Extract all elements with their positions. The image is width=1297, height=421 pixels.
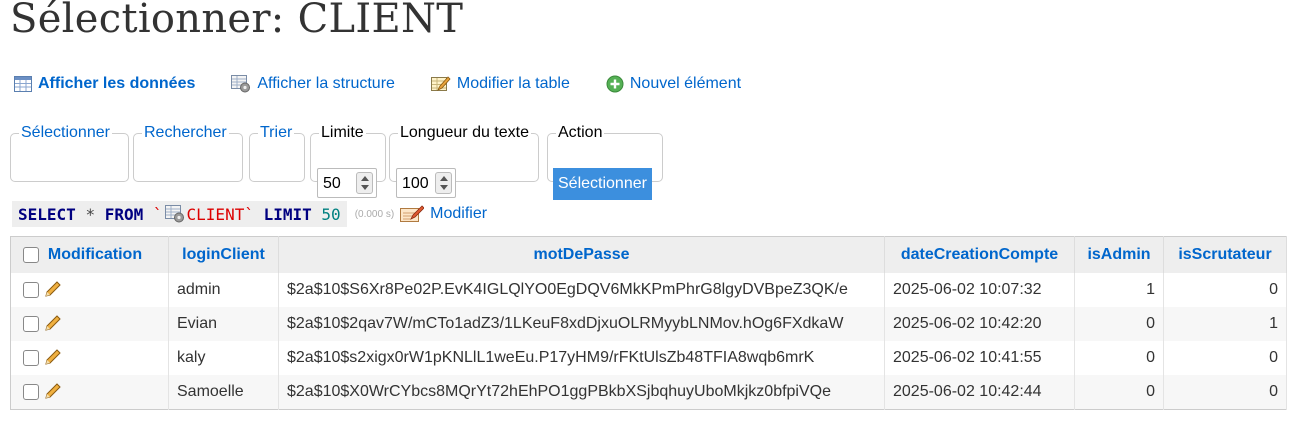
page-title: Sélectionner: CLIENT	[10, 0, 464, 42]
cell-motdepasse: $2a$10$2qav7W/mCTo1adZ3/1LKeuF8xdDjxuOLR…	[278, 307, 885, 341]
row-checkbox[interactable]	[23, 316, 39, 332]
cell-isscrutateur: 1	[1163, 307, 1287, 341]
sql-star: *	[85, 204, 96, 224]
data-table: Modification loginClient motDePasse date…	[10, 236, 1287, 410]
show-data-link[interactable]: Afficher les données	[14, 75, 195, 93]
cell-isscrutateur: 0	[1163, 273, 1287, 307]
action-label: Action	[558, 124, 603, 141]
cell-datecreationcompte: 2025-06-02 10:42:20	[884, 307, 1075, 341]
cell-motdepasse: $2a$10$X0WrCYbcs8MQrYt72hEhPO1ggPBkbXSjb…	[278, 375, 885, 410]
structure-icon	[164, 205, 184, 223]
col-datecreationcompte[interactable]: dateCreationCompte	[884, 236, 1075, 273]
cell-isadmin: 0	[1074, 341, 1164, 375]
pencil-icon[interactable]	[42, 314, 62, 334]
cell-isadmin: 0	[1074, 375, 1164, 410]
table-icon	[14, 76, 32, 92]
table-header-row: Modification loginClient motDePasse date…	[10, 236, 1287, 273]
cell-isadmin: 1	[1074, 273, 1164, 307]
sql-from-keyword: FROM	[104, 204, 144, 224]
sql-backtick-open: `	[152, 204, 163, 224]
limit-input[interactable]: 50	[317, 168, 377, 198]
limit-fieldset: Limite 50	[310, 124, 386, 198]
cell-loginclient: admin	[168, 273, 279, 307]
text-length-label: Longueur du texte	[400, 124, 529, 141]
col-isscrutateur[interactable]: isScrutateur	[1163, 236, 1287, 273]
cell-isscrutateur: 0	[1163, 375, 1287, 410]
modify-query-label: Modifier	[430, 205, 488, 222]
table-row: Samoelle $2a$10$X0WrCYbcs8MQrYt72hEhPO1g…	[10, 375, 1287, 410]
sql-select-keyword: SELECT	[18, 204, 76, 224]
cell-datecreationcompte: 2025-06-02 10:41:55	[884, 341, 1075, 375]
sql-query-bar: SELECT * FROM ` CLIENT ` LIMIT 50 (0.000 s…	[12, 201, 487, 227]
action-fieldset: Action Sélectionner	[547, 124, 663, 200]
col-motdepasse[interactable]: motDePasse	[278, 236, 885, 273]
sort-fieldset: Trier	[249, 124, 305, 182]
limit-value: 50	[323, 175, 341, 192]
col-modification-label: Modification	[47, 246, 143, 263]
show-data-label: Afficher les données	[38, 75, 196, 92]
new-item-label: Nouvel élément	[629, 75, 742, 92]
cell-loginclient: kaly	[168, 341, 279, 375]
pencil-icon[interactable]	[42, 280, 62, 300]
select-columns-fieldset: Sélectionner	[10, 124, 129, 182]
limit-label: Limite	[321, 124, 364, 141]
sql-limit-value: 50	[321, 204, 341, 224]
cell-motdepasse: $2a$10$S6Xr8Pe02P.EvK4IGLQlYO0EgDQV6MkKP…	[278, 273, 885, 307]
text-length-input[interactable]: 100	[396, 168, 456, 198]
alter-table-label: Modifier la table	[456, 75, 570, 92]
edit-query-icon	[400, 205, 425, 222]
query-time: (0.000 s)	[354, 208, 395, 220]
pencil-icon[interactable]	[42, 348, 62, 368]
text-length-fieldset: Longueur du texte 100	[389, 124, 539, 198]
select-submit-button[interactable]: Sélectionner	[553, 168, 652, 200]
row-checkbox[interactable]	[23, 282, 39, 298]
row-actions	[10, 307, 169, 341]
sql-backtick-close: `	[244, 204, 254, 224]
show-structure-link[interactable]: Afficher la structure	[231, 75, 395, 93]
table-row: admin $2a$10$S6Xr8Pe02P.EvK4IGLQlYO0EgDQ…	[10, 273, 1287, 307]
row-actions	[10, 375, 169, 410]
col-isadmin[interactable]: isAdmin	[1074, 236, 1164, 273]
text-length-value: 100	[402, 175, 429, 192]
cell-motdepasse: $2a$10$s2xigx0rW1pKNLlL1weEu.P17yHM9/rFK…	[278, 341, 885, 375]
text-length-spinner[interactable]	[435, 172, 452, 194]
table-row: kaly $2a$10$s2xigx0rW1pKNLlL1weEu.P17yHM…	[10, 341, 1287, 375]
table-row: Evian $2a$10$2qav7W/mCTo1adZ3/1LKeuF8xdD…	[10, 307, 1287, 341]
pencil-icon[interactable]	[42, 382, 62, 402]
search-toggle[interactable]: Rechercher	[142, 124, 229, 142]
select-columns-toggle[interactable]: Sélectionner	[19, 124, 112, 142]
row-checkbox[interactable]	[23, 384, 39, 400]
cell-datecreationcompte: 2025-06-02 10:42:44	[884, 375, 1075, 410]
cell-datecreationcompte: 2025-06-02 10:07:32	[884, 273, 1075, 307]
sql-limit-keyword: LIMIT	[263, 204, 312, 224]
row-actions	[10, 273, 169, 307]
structure-icon	[231, 75, 251, 93]
cell-isadmin: 0	[1074, 307, 1164, 341]
sql-table-name[interactable]: CLIENT	[187, 205, 245, 224]
row-actions	[10, 341, 169, 375]
row-checkbox[interactable]	[23, 350, 39, 366]
limit-spinner[interactable]	[356, 172, 373, 194]
cell-loginclient: Evian	[168, 307, 279, 341]
col-modification[interactable]: Modification	[10, 236, 169, 273]
cell-isscrutateur: 0	[1163, 341, 1287, 375]
sql-query: SELECT * FROM ` CLIENT ` LIMIT 50	[12, 201, 347, 227]
show-structure-label: Afficher la structure	[257, 75, 395, 92]
search-fieldset: Rechercher	[133, 124, 243, 182]
plus-circle-icon	[606, 75, 624, 93]
new-item-link[interactable]: Nouvel élément	[606, 75, 741, 93]
cell-loginclient: Samoelle	[168, 375, 279, 410]
sort-toggle[interactable]: Trier	[258, 124, 294, 142]
edit-table-icon	[430, 76, 451, 91]
alter-table-link[interactable]: Modifier la table	[430, 75, 570, 93]
col-loginclient[interactable]: loginClient	[168, 236, 279, 273]
modify-query-link[interactable]: Modifier	[400, 205, 487, 223]
select-all-checkbox[interactable]	[23, 246, 39, 263]
table-nav: Afficher les données Afficher la structu…	[14, 75, 777, 93]
